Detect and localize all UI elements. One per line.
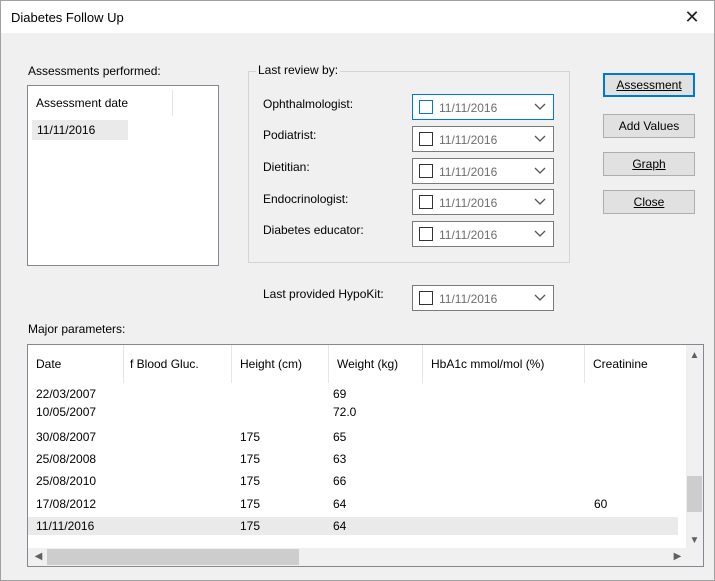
column-header-date[interactable]: Date	[28, 345, 124, 383]
endocrinologist-checkbox[interactable]	[419, 195, 433, 209]
table-row[interactable]: 22/03/2007 69	[28, 385, 678, 403]
hypokit-checkbox[interactable]	[419, 291, 433, 305]
cell-weight: 72.0	[333, 405, 357, 419]
cell-date: 10/05/2007	[36, 405, 97, 419]
diabetes-follow-up-dialog: Diabetes Follow Up ✕ Assessments perform…	[0, 0, 715, 581]
hypokit-date: 11/11/2016	[439, 292, 498, 306]
hypokit-label: Last provided HypoKit:	[263, 287, 384, 301]
column-header-height[interactable]: Height (cm)	[232, 345, 329, 383]
cell-height: 175	[240, 430, 261, 444]
assessment-button[interactable]: Assessment	[603, 73, 695, 97]
cell-creatinine: 60	[594, 497, 608, 511]
scroll-down-icon[interactable]: ▼	[686, 532, 703, 549]
ophthalmologist-date: 11/11/2016	[439, 101, 498, 115]
column-header-weight[interactable]: Weight (kg)	[329, 345, 423, 383]
add-values-button[interactable]: Add Values	[603, 114, 695, 138]
assessment-date-header[interactable]: Assessment date	[28, 90, 173, 116]
last-review-label: Last review by:	[256, 63, 341, 77]
cell-height: 175	[240, 497, 261, 511]
cell-date: 25/08/2010	[36, 474, 97, 488]
dietitian-date: 11/11/2016	[439, 165, 498, 179]
endocrinologist-date: 11/11/2016	[439, 196, 498, 210]
cell-height: 175	[240, 452, 261, 466]
chevron-down-icon[interactable]	[534, 229, 546, 239]
chevron-down-icon[interactable]	[534, 134, 546, 144]
table-row[interactable]: 10/05/2007 72.0	[28, 403, 678, 421]
horizontal-scrollbar[interactable]: ◀ ▶	[28, 548, 686, 566]
endocrinologist-date-picker[interactable]: 11/11/2016	[412, 189, 554, 215]
assessments-list[interactable]: Assessment date 11/11/2016	[27, 85, 219, 266]
cell-height: 175	[240, 519, 261, 533]
column-header-hba1c[interactable]: HbA1c mmol/mol (%)	[423, 345, 585, 383]
dietitian-date-picker[interactable]: 11/11/2016	[412, 158, 554, 184]
diabetes-educator-checkbox[interactable]	[419, 227, 433, 241]
chevron-down-icon[interactable]	[534, 197, 546, 207]
chevron-down-icon[interactable]	[534, 102, 546, 112]
horizontal-scroll-thumb[interactable]	[47, 549, 299, 565]
podiatrist-date-picker[interactable]: 11/11/2016	[412, 126, 554, 152]
cell-weight: 64	[333, 519, 347, 533]
column-header-creatinine[interactable]: Creatinine	[585, 345, 678, 383]
ophthalmologist-date-picker[interactable]: 11/11/2016	[412, 94, 554, 120]
cell-date: 30/08/2007	[36, 430, 97, 444]
close-button[interactable]: Close	[603, 190, 695, 214]
major-parameters-label: Major parameters:	[28, 322, 126, 336]
scrollbar-corner	[685, 548, 703, 566]
chevron-down-icon[interactable]	[534, 166, 546, 176]
table-row-selected[interactable]: 11/11/2016 175 64	[28, 517, 678, 535]
cell-height: 175	[240, 474, 261, 488]
scroll-right-icon[interactable]: ▶	[669, 548, 686, 565]
cell-date: 11/11/2016	[36, 519, 95, 533]
cell-weight: 66	[333, 474, 347, 488]
table-row[interactable]: 25/08/2010 175 66	[28, 472, 678, 490]
dietitian-checkbox[interactable]	[419, 164, 433, 178]
diabetes-educator-date-picker[interactable]: 11/11/2016	[412, 221, 554, 247]
cell-weight: 63	[333, 452, 347, 466]
table-row[interactable]: 25/08/2008 175 63	[28, 450, 678, 468]
window-title: Diabetes Follow Up	[11, 10, 124, 25]
ophthalmologist-label: Ophthalmologist:	[263, 97, 354, 111]
table-row[interactable]: 30/08/2007 175 65	[28, 428, 678, 446]
graph-button[interactable]: Graph	[603, 152, 695, 176]
cell-weight: 64	[333, 497, 347, 511]
cell-weight: 65	[333, 430, 347, 444]
hypokit-date-picker[interactable]: 11/11/2016	[412, 285, 554, 311]
podiatrist-checkbox[interactable]	[419, 132, 433, 146]
vertical-scrollbar[interactable]: ▲ ▼	[686, 345, 703, 549]
cell-date: 25/08/2008	[36, 452, 97, 466]
grid-header: Date f Blood Gluc. Height (cm) Weight (k…	[28, 345, 678, 383]
column-header-blood-glucose[interactable]: f Blood Gluc.	[124, 345, 232, 383]
scroll-left-icon[interactable]: ◀	[30, 548, 47, 565]
table-row[interactable]: 17/08/2012 175 64 60	[28, 495, 678, 513]
assessments-label: Assessments performed:	[28, 64, 161, 78]
cell-weight: 69	[333, 387, 347, 401]
endocrinologist-label: Endocrinologist:	[263, 192, 349, 206]
chevron-down-icon[interactable]	[534, 293, 546, 303]
assessment-list-item[interactable]: 11/11/2016	[32, 120, 128, 140]
dietitian-label: Dietitian:	[263, 160, 310, 174]
major-parameters-grid[interactable]: Date f Blood Gluc. Height (cm) Weight (k…	[27, 344, 704, 567]
podiatrist-date: 11/11/2016	[439, 133, 498, 147]
title-bar: Diabetes Follow Up ✕	[1, 1, 714, 33]
diabetes-educator-date: 11/11/2016	[439, 228, 498, 242]
cell-date: 22/03/2007	[36, 387, 97, 401]
vertical-scroll-thumb[interactable]	[687, 476, 702, 513]
cell-date: 17/08/2012	[36, 497, 97, 511]
ophthalmologist-checkbox[interactable]	[419, 100, 433, 114]
podiatrist-label: Podiatrist:	[263, 128, 317, 142]
diabetes-educator-label: Diabetes educator:	[263, 223, 364, 237]
close-window-icon[interactable]: ✕	[670, 1, 714, 33]
scroll-up-icon[interactable]: ▲	[686, 347, 703, 364]
